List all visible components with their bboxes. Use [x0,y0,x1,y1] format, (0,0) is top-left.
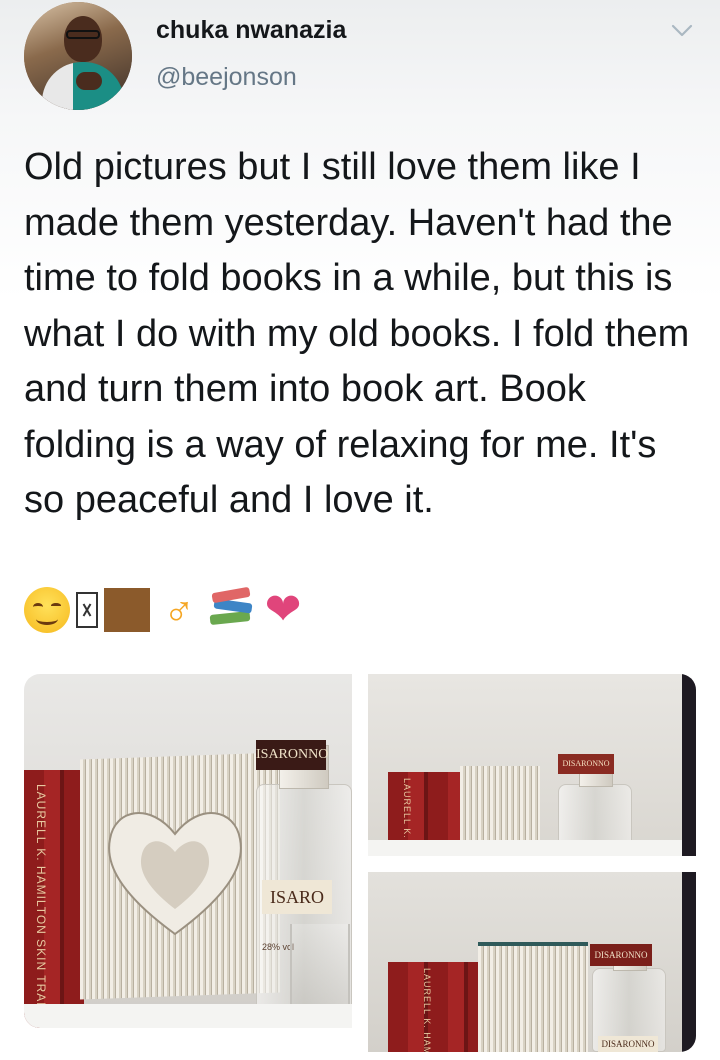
male-sign-icon: ♂ [163,586,195,633]
bottle-label-2: ISARO [262,880,332,914]
bottle-label-2: DISARONNO [598,1036,658,1052]
red-books [24,770,84,1028]
spine-text: LAURELL K. HAMILT [422,968,432,1052]
bottle-label: DISARONNO [558,754,614,774]
photo-edge [682,872,696,1052]
heart-shape [108,812,242,936]
folded-book [478,942,588,1052]
books-icon [208,586,254,633]
spine-text: LAURELL K. HAMILTON SKIN TRADE [34,784,48,1021]
folded-book [460,766,540,848]
bottle-label: DISARONNO [590,944,652,966]
photo-top-right[interactable]: LAURELL K. HAMI DISARONNO [368,674,696,856]
bottle-label: ISARONNO [256,740,328,770]
shelf [368,840,696,856]
red-books [388,962,484,1052]
emoji-row: ♂ ❤ [24,585,306,635]
chevron-down-icon[interactable] [670,18,694,42]
shelf [24,1004,352,1028]
user-handle[interactable]: @beejonson [156,63,297,92]
smiling-face-icon [24,587,70,633]
avatar[interactable] [24,2,132,110]
tweet-text: Old pictures but I still love them like … [24,146,690,521]
photo-bottom-right[interactable]: LAURELL K. HAMILT DISARONNO DISARONNO [368,872,696,1052]
photo-main[interactable]: LAURELL K. HAMILTON SKIN TRADE ISARONNO … [24,674,352,1028]
display-name[interactable]: chuka nwanazia [156,16,346,45]
photo-edge [682,674,696,856]
brown-square-icon [104,588,150,632]
unsupported-glyph-icon [76,592,98,628]
heart-icon: ❤ [264,585,302,634]
